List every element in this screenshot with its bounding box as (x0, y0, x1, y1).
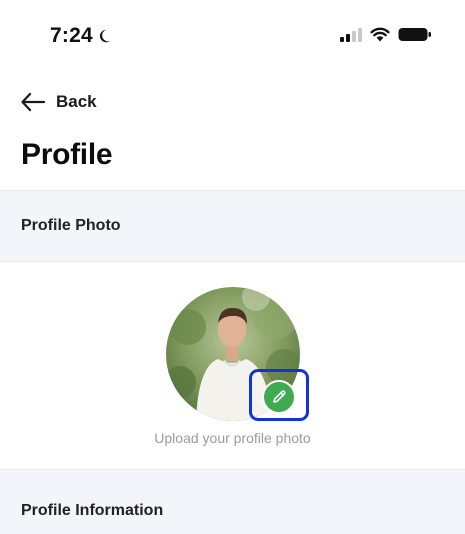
section-header-profile-photo: Profile Photo (0, 190, 465, 262)
back-button[interactable]: Back (20, 92, 97, 112)
status-icons (340, 27, 432, 42)
profile-screen: 7:24 Back Profile Profile Photo Upload y… (0, 0, 465, 534)
arrow-left-icon (21, 92, 46, 112)
battery-icon (398, 28, 431, 41)
status-bar: 7:24 (0, 0, 465, 72)
time-text: 7:24 (50, 24, 93, 47)
page-title: Profile (21, 138, 113, 171)
moon-icon (99, 29, 110, 43)
pencil-icon (273, 390, 286, 403)
back-label: Back (56, 92, 97, 111)
section-title-profile-information: Profile Information (21, 502, 164, 519)
status-time: 7:24 (50, 24, 116, 48)
wifi-icon (370, 27, 390, 42)
profile-photo-area: Upload your profile photo (0, 263, 465, 468)
cellular-signal-icon (340, 27, 362, 42)
edit-photo-button[interactable] (262, 380, 296, 414)
section-title-profile-photo: Profile Photo (21, 217, 121, 234)
upload-caption: Upload your profile photo (154, 430, 311, 446)
section-header-profile-information: Profile Information (0, 469, 465, 534)
